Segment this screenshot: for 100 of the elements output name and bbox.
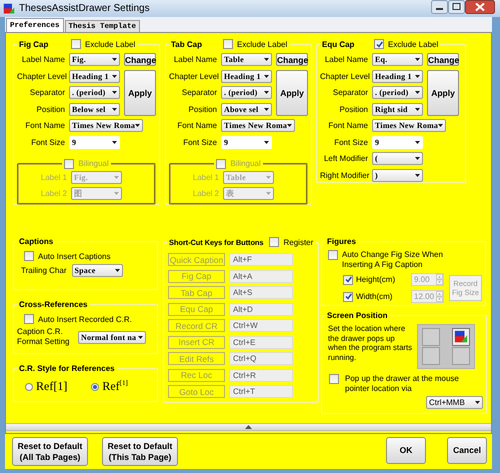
dropdown[interactable]: Times New Roma [221, 119, 295, 132]
caret-icon [415, 108, 420, 110]
shortcut-field[interactable]: Ctrl+W [229, 319, 293, 332]
dropdown[interactable]: Heading 1 [69, 70, 120, 82]
change-button[interactable]: Change [427, 53, 459, 66]
dropdown[interactable]: Below sel [69, 102, 120, 116]
checkbox[interactable] [71, 39, 81, 49]
checkbox[interactable] [269, 237, 280, 247]
dropdown[interactable]: Times New Roma [372, 119, 446, 132]
shortcut-field[interactable]: Alt+F [229, 253, 293, 266]
field-label: Position [188, 104, 217, 114]
checkbox[interactable] [343, 292, 353, 302]
checkbox-label: Auto Insert Recorded C.R. [38, 314, 132, 324]
checkbox[interactable] [24, 314, 34, 324]
group-title: C.R. Style for References [19, 364, 115, 373]
dropdown[interactable]: 9 [69, 136, 120, 148]
footer-button[interactable]: OK [386, 437, 426, 464]
spin-arrows-icon[interactable] [436, 291, 443, 302]
position-cell[interactable] [422, 328, 440, 346]
dropdown[interactable]: 9 [372, 136, 423, 148]
shortcut-field[interactable]: Alt+S [229, 286, 293, 299]
maximize-icon[interactable] [448, 0, 465, 14]
dropdown[interactable]: Times New Roma [69, 119, 143, 132]
dropdown[interactable]: 9 [221, 136, 272, 148]
position-cell[interactable] [452, 328, 470, 346]
dropdown[interactable]: Table [221, 53, 272, 66]
caret-icon [266, 192, 271, 194]
field-label: Label Name [324, 55, 368, 64]
minimize-icon[interactable] [431, 0, 448, 14]
dropdown[interactable]: . (period) [221, 86, 272, 99]
checkbox[interactable] [64, 158, 74, 168]
field-label: Font Size [30, 138, 65, 146]
dropdown[interactable]: Normal font na [78, 330, 146, 344]
footer-button[interactable]: Reset to Default (This Tab Page) [102, 437, 178, 466]
dropdown[interactable]: Right sid [372, 102, 423, 116]
field-label: Label Name [20, 55, 65, 64]
radio-button[interactable] [91, 382, 100, 390]
field-label: Chapter Level [169, 72, 217, 80]
dropdown[interactable]: Fig. [69, 53, 120, 66]
dropdown[interactable]: Above sel [221, 102, 272, 116]
field-label: Font Name [24, 121, 65, 130]
shortcut-field[interactable]: Alt+D [229, 302, 293, 316]
splitter-bar[interactable] [6, 423, 491, 431]
shortcut-field[interactable]: Ctrl+T [229, 385, 293, 398]
field-label: Separator [332, 88, 368, 97]
caret-icon [415, 174, 420, 176]
shortcut-field[interactable]: Ctrl+E [229, 336, 293, 348]
apply-button[interactable]: Apply [124, 70, 156, 116]
field-label: Separator [180, 88, 217, 97]
caret-icon [114, 192, 119, 194]
group-title: Equ Cap [322, 40, 356, 48]
spin-arrows-icon[interactable] [436, 274, 443, 285]
checkbox-label: Exclude Label [85, 40, 136, 48]
caret-icon [264, 91, 269, 94]
apply-button[interactable]: Apply [427, 70, 459, 116]
caret-icon [112, 91, 117, 94]
checkbox[interactable] [343, 274, 353, 284]
position-cell[interactable] [452, 347, 470, 365]
field-label: Font Size [333, 138, 368, 146]
dropdown[interactable]: Heading 1 [372, 70, 423, 82]
window-title: ThesesAssistDrawer Settings [19, 3, 150, 14]
dropdown[interactable]: Eq. [372, 53, 423, 66]
close-icon[interactable] [465, 0, 495, 14]
checkbox[interactable] [216, 158, 226, 168]
shortcut-field[interactable]: Alt+A [229, 270, 293, 282]
footer-button[interactable]: Cancel [447, 437, 487, 464]
change-button[interactable]: Change [124, 53, 156, 66]
checkbox-label: Height(cm) [356, 275, 396, 284]
shortcut-field[interactable]: Ctrl+Q [229, 352, 293, 365]
checkbox[interactable] [223, 39, 233, 49]
caret-icon [112, 74, 117, 78]
dropdown[interactable]: . (period) [372, 86, 423, 99]
caret-icon [415, 58, 420, 61]
apply-button[interactable]: Apply [276, 70, 308, 116]
checkbox[interactable] [24, 251, 34, 261]
shortcut-field[interactable]: Ctrl+R [229, 368, 293, 382]
checkbox[interactable] [329, 374, 339, 384]
dropdown[interactable]: ( [372, 152, 423, 165]
caret-icon [475, 401, 480, 404]
dropdown[interactable]: Space [72, 264, 122, 277]
dropdown[interactable]: ) [372, 168, 423, 182]
position-cell[interactable] [422, 347, 440, 365]
radio-button[interactable] [25, 382, 33, 390]
dropdown[interactable]: . (period) [69, 86, 120, 99]
field-label: Label Name [172, 55, 217, 64]
change-button[interactable]: Change [276, 53, 308, 66]
footer-button[interactable]: Reset to Default (All Tab Pages) [12, 437, 88, 466]
field-label: Font Name [327, 121, 368, 130]
caret-icon [415, 140, 420, 144]
caret-icon [112, 140, 117, 144]
checkbox-label: Exclude Label [388, 40, 438, 48]
dropdown[interactable]: Heading 1 [221, 70, 272, 82]
checkbox[interactable] [328, 250, 338, 260]
field-label: Label 1 [192, 172, 219, 182]
caret-icon [264, 140, 269, 144]
checkbox-label: Auto Insert Captions [38, 252, 110, 260]
dropdown[interactable]: Ctrl+MMB [426, 396, 483, 409]
checkbox[interactable] [374, 39, 384, 49]
field-label: Position [338, 104, 368, 114]
field-label: Position [36, 104, 65, 114]
